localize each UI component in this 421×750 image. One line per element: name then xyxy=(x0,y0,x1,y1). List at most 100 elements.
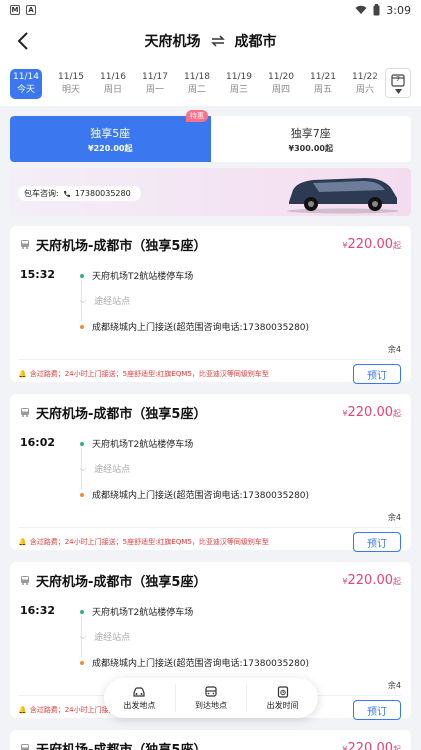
trip-title-text: 天府机场-成都市（独享5座） xyxy=(36,574,207,590)
date-weekday: 周二 xyxy=(187,85,206,95)
bell-icon: 🔔 xyxy=(18,538,27,546)
book-button[interactable]: 预订 xyxy=(353,364,401,384)
end-dot-icon xyxy=(80,660,84,665)
date-tab[interactable]: 11/19 周三 xyxy=(218,71,260,97)
start-stop-text: 天府机场T2航站楼停车场 xyxy=(92,440,194,450)
departure-time: 15:32 xyxy=(20,268,56,281)
swap-icon[interactable] xyxy=(210,35,225,47)
trip-title: 天府机场-成都市（独享5座） xyxy=(20,403,206,422)
charter-consult[interactable]: 包车咨询: 17380035280 xyxy=(18,186,141,201)
chevron-down-icon: ⌵ xyxy=(80,295,87,305)
back-button[interactable] xyxy=(10,28,36,54)
consult-label: 包车咨询: xyxy=(24,189,59,198)
date-day: 11/18 xyxy=(184,72,210,82)
date-weekday: 周三 xyxy=(229,85,248,95)
date-tab[interactable]: 11/16 周日 xyxy=(92,71,134,97)
via-stops-text: 途经站点 xyxy=(94,465,131,475)
end-stop-text: 成都绕城内上门接送(超范围咨询电话:17380035280) xyxy=(92,491,310,501)
via-stops[interactable]: ⌵ 途经站点 xyxy=(80,462,131,476)
date-tab-today[interactable]: 11/14 今天 xyxy=(10,69,42,99)
price-suffix: 起 xyxy=(393,744,401,750)
end-stop: 成都绕城内上门接送(超范围咨询电话:17380035280) xyxy=(80,656,309,669)
book-button[interactable]: 预订 xyxy=(353,700,401,720)
filter-departure-place[interactable]: 出发地点 xyxy=(104,684,176,712)
end-stop: 成都绕城内上门接送(超范围咨询电话:17380035280) xyxy=(80,320,309,333)
trip-card-header: 天府机场-成都市（独享5座） ¥220.00起 xyxy=(20,402,401,422)
trip-notes-text: 含过路费；24小时上门接送；5座舒适型:红旗EQM5，比亚迪汉等同级别车型 xyxy=(29,538,269,546)
start-stop-text: 天府机场T2航站楼停车场 xyxy=(92,608,194,618)
trip-card[interactable]: 天府机场-成都市（独享5座） ¥220.00起 xyxy=(10,730,411,750)
date-weekday: 周一 xyxy=(145,85,164,95)
bell-icon: 🔔 xyxy=(18,706,27,714)
bus-icon xyxy=(20,239,30,249)
chevron-down-icon: ⌵ xyxy=(80,631,87,641)
date-weekday: 周日 xyxy=(103,85,122,95)
departure-time: 16:02 xyxy=(20,436,56,449)
status-right: 3:09 xyxy=(355,4,411,17)
date-tab[interactable]: 11/20 周四 xyxy=(260,71,302,97)
calendar-button[interactable]: 7 xyxy=(385,68,411,98)
date-weekday: 明天 xyxy=(61,85,80,95)
trip-notes: 🔔 含过路费；24小时上门接送；5座舒适型:红旗EQM5，比亚迪汉等同级别车型 xyxy=(18,369,269,379)
date-weekday: 周六 xyxy=(355,85,374,95)
filter-departure-place-label: 出发地点 xyxy=(123,700,156,710)
trip-card-footer: 🔔 含过路费；24小时上门接送；5座舒适型:红旗EQM5，比亚迪汉等同级别车型 预… xyxy=(18,359,401,384)
trip-card-footer: 🔔 含过路费；24小时上门接送；5座舒适型:红旗EQM5，比亚迪汉等同级别车型 预… xyxy=(18,527,401,552)
seats-left: 余4 xyxy=(387,681,401,690)
consult-phone: 17380035280 xyxy=(74,189,131,198)
car-image xyxy=(287,178,399,214)
filter-departure-time[interactable]: 出发时间 xyxy=(247,684,318,712)
bell-icon: 🔔 xyxy=(18,370,27,378)
trip-card[interactable]: 天府机场-成都市（独享5座） ¥220.00起 15:32 天府机场T2航站楼停… xyxy=(10,226,411,384)
trip-card[interactable]: 天府机场-成都市（独享5座） ¥220.00起 16:02 天府机场T2航站楼停… xyxy=(10,394,411,552)
date-tab[interactable]: 11/15 明天 xyxy=(50,71,92,97)
trip-title: 天府机场-成都市（独享5座） xyxy=(20,571,206,590)
filter-arrival-place[interactable]: 到达地点 xyxy=(176,684,248,712)
date-day: 11/14 xyxy=(13,72,39,82)
start-dot-icon xyxy=(80,609,84,614)
trip-title-text: 天府机场-成都市（独享5座） xyxy=(36,238,207,254)
back-arrow-icon xyxy=(17,32,28,50)
start-dot-icon xyxy=(80,273,84,278)
date-day: 11/20 xyxy=(268,72,294,82)
end-stop-text: 成都绕城内上门接送(超范围咨询电话:17380035280) xyxy=(92,659,310,669)
trip-price: ¥220.00起 xyxy=(342,237,401,252)
date-tab[interactable]: 11/18 周二 xyxy=(176,71,218,97)
start-stop-text: 天府机场T2航站楼停车场 xyxy=(92,272,194,282)
chevron-down-icon xyxy=(394,88,402,94)
wifi-icon xyxy=(355,5,367,14)
via-stops[interactable]: ⌵ 途经站点 xyxy=(80,630,130,644)
seats-left: 余4 xyxy=(387,345,401,354)
price-value: 220.00 xyxy=(347,404,394,420)
via-stops[interactable]: ⌵ 途经站点 xyxy=(80,294,130,308)
charter-banner[interactable]: 包车咨询: 17380035280 xyxy=(10,168,411,216)
bus-icon xyxy=(20,743,30,750)
date-tab[interactable]: 11/21 周五 xyxy=(302,71,344,97)
price-value: 220.00 xyxy=(347,236,394,252)
tab-7-seat[interactable]: 独享7座 ¥300.00起 xyxy=(211,116,412,162)
status-time: 3:09 xyxy=(386,3,411,17)
tab-5-seat[interactable]: 独享5座 ¥220.00起 xyxy=(10,116,211,162)
trip-route: 16:32 天府机场T2航站楼停车场 ⌵ 途经站点 成都绕城内上门接送(超范围咨询… xyxy=(20,596,401,682)
notification-a-icon: A xyxy=(26,5,36,15)
trip-price: ¥220.00起 xyxy=(342,741,401,750)
status-bar: M A 3:09 xyxy=(0,0,421,20)
top-bar: 天府机场 成都市 xyxy=(0,20,421,62)
battery-icon xyxy=(373,4,380,16)
destination-label[interactable]: 成都市 xyxy=(235,31,277,51)
trip-title-text: 天府机场-成都市（独享5座） xyxy=(36,406,207,422)
price-suffix: 起 xyxy=(393,408,401,418)
date-tab[interactable]: 11/17 周一 xyxy=(134,71,176,97)
tab-5-seat-name: 独享5座 xyxy=(90,126,131,140)
book-button[interactable]: 预订 xyxy=(353,532,401,552)
date-day: 11/17 xyxy=(142,72,168,82)
date-tab[interactable]: 11/22 周六 xyxy=(344,71,386,97)
date-weekday: 今天 xyxy=(16,85,35,95)
origin-label[interactable]: 天府机场 xyxy=(145,31,201,51)
bus-icon xyxy=(20,575,30,585)
trip-notes-text: 含过路费；24小时上门接送；5座舒适型:红旗EQM5，比亚迪汉等同级别车型 xyxy=(29,370,269,378)
bus-icon xyxy=(20,407,30,417)
date-day: 11/21 xyxy=(310,72,336,82)
phone-icon xyxy=(63,190,70,197)
trip-route: 16:02 天府机场T2航站楼停车场 ⌵ 途经站点 成都绕城内上门接送(超范围咨询… xyxy=(20,428,401,514)
